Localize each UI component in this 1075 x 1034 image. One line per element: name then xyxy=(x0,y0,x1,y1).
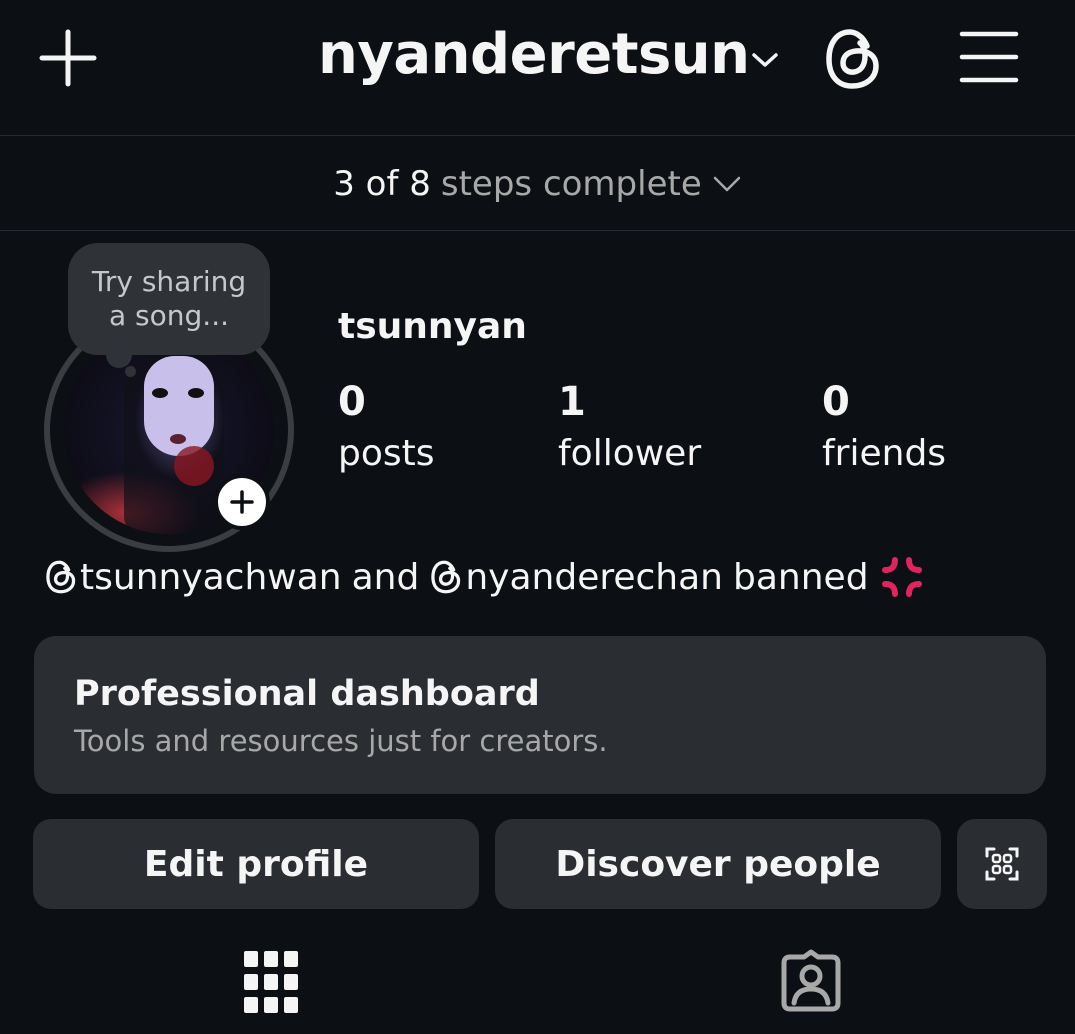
stat-value: 0 xyxy=(338,379,366,425)
stat-label: follower xyxy=(558,433,702,474)
professional-dashboard-card[interactable]: Professional dashboard Tools and resourc… xyxy=(34,636,1046,794)
stat-value: 0 xyxy=(822,379,850,425)
grid-icon xyxy=(244,951,298,1013)
professional-dashboard-title: Professional dashboard xyxy=(74,674,540,714)
note-bubble-line2: a song... xyxy=(109,299,229,332)
threads-icon[interactable] xyxy=(820,24,886,94)
tagged-person-icon xyxy=(781,949,841,1012)
anger-symbol-emoji xyxy=(881,556,923,598)
threads-icon xyxy=(431,560,461,594)
stat-friends[interactable]: 0 friends xyxy=(822,378,946,482)
chevron-down-icon xyxy=(712,174,742,194)
bio-connector: and xyxy=(351,556,420,598)
plus-icon[interactable] xyxy=(36,26,100,90)
qr-code-icon xyxy=(985,847,1019,881)
stat-label: friends xyxy=(822,433,947,474)
threads-icon xyxy=(46,560,76,594)
discover-people-button[interactable]: Discover people xyxy=(495,819,941,909)
tab-tagged[interactable] xyxy=(766,940,856,1024)
hamburger-menu-icon[interactable] xyxy=(956,26,1022,88)
bio-mention-2[interactable]: nyanderechan xyxy=(429,557,723,598)
stat-posts[interactable]: 0 posts xyxy=(338,378,435,482)
account-name[interactable]: nyanderetsun xyxy=(318,22,750,87)
edit-profile-button[interactable]: Edit profile xyxy=(33,819,479,909)
plus-icon xyxy=(230,490,254,514)
qr-code-button[interactable] xyxy=(957,819,1047,909)
note-bubble-tail xyxy=(106,342,132,368)
bio-mention-1-text: tsunnyachwan xyxy=(80,556,342,598)
steps-label: steps complete xyxy=(440,163,702,204)
top-bar: nyanderetsun xyxy=(0,0,1075,136)
bio-suffix: banned xyxy=(733,556,869,598)
stat-label: posts xyxy=(338,433,435,474)
bio-mention-1[interactable]: tsunnyachwan xyxy=(44,557,342,598)
stat-followers[interactable]: 1 follower xyxy=(558,378,701,482)
professional-dashboard-subtitle: Tools and resources just for creators. xyxy=(74,724,608,758)
display-name: tsunnyan xyxy=(338,306,527,347)
onboarding-progress[interactable]: 3 of 8 steps complete xyxy=(0,137,1075,231)
bio-mention-2-text: nyanderechan xyxy=(465,556,724,598)
chevron-down-icon[interactable] xyxy=(746,44,784,76)
note-bubble-line1: Try sharing xyxy=(91,265,247,298)
bio: tsunnyachwan and nyanderechan banned xyxy=(44,556,923,598)
tab-posts-grid[interactable] xyxy=(226,940,316,1024)
stat-value: 1 xyxy=(558,379,586,425)
note-bubble[interactable]: Try sharing a song... xyxy=(68,243,270,355)
add-story-button[interactable] xyxy=(214,474,270,530)
note-bubble-tail-dot xyxy=(125,366,136,377)
steps-count: 3 of 8 xyxy=(333,163,431,204)
